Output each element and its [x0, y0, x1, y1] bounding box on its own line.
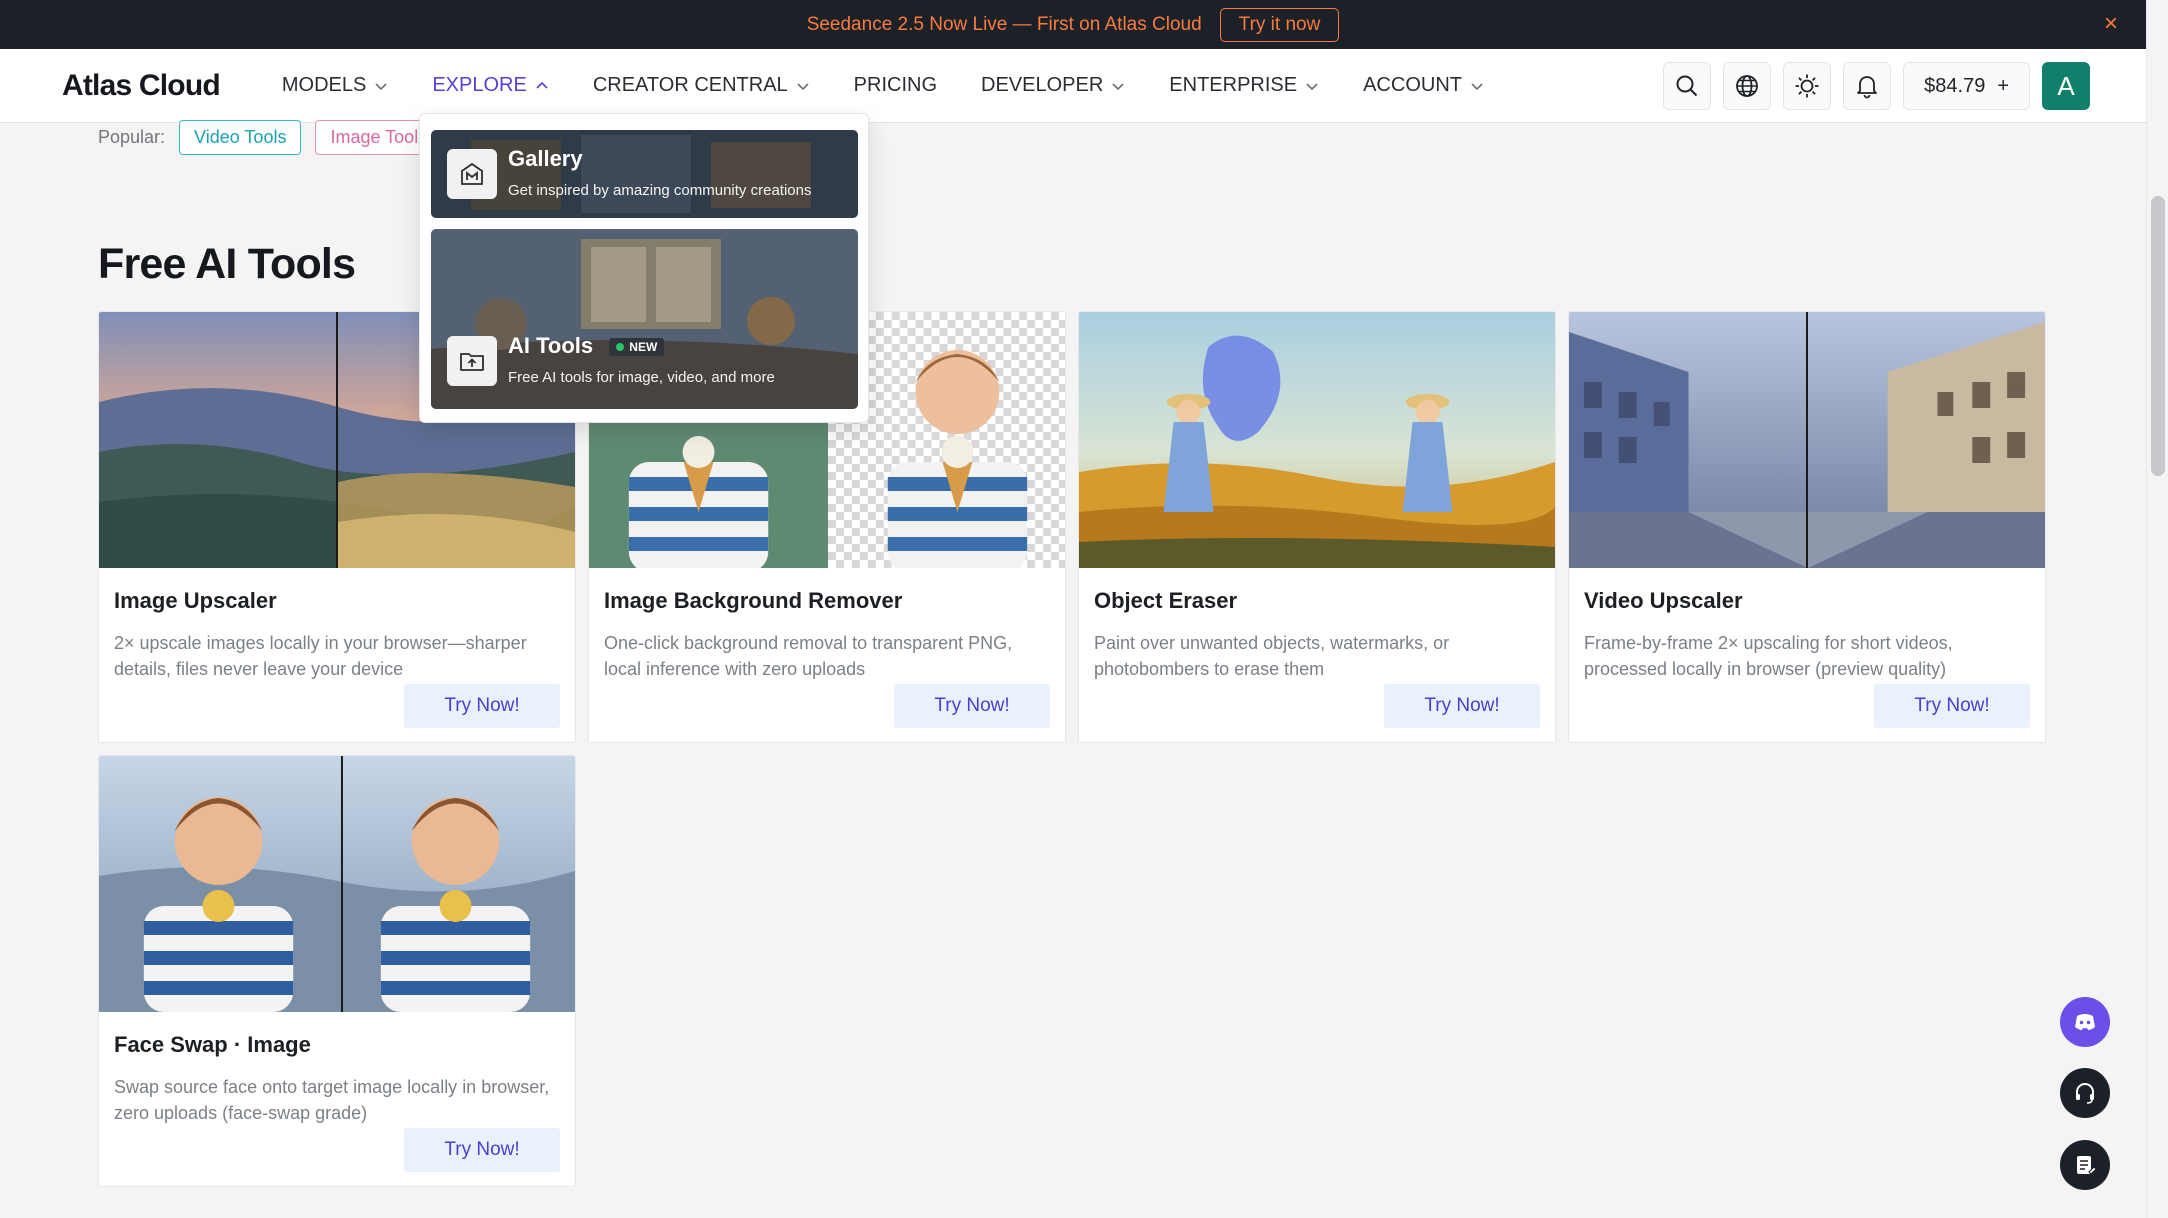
logo[interactable]: Atlas Cloud	[62, 69, 221, 103]
nav-label: MODELS	[281, 74, 367, 96]
header-actions: $84.79 + A	[1663, 62, 2090, 110]
nav-pricing[interactable]: PRICING	[854, 74, 937, 97]
try-now-button[interactable]: Try Now!	[404, 1128, 560, 1172]
tool-card-face-swap[interactable]: Face Swap · Image Swap source face onto …	[98, 755, 576, 1187]
search-button[interactable]	[1663, 62, 1712, 110]
tool-title: Image Upscaler	[114, 588, 277, 613]
menu-item-title: Gallery	[508, 146, 583, 171]
tool-description: One-click background removal to transpar…	[604, 633, 1013, 679]
page-scrollbar[interactable]	[2146, 0, 2168, 1218]
nav-explore[interactable]: EXPLORE	[432, 74, 548, 97]
tool-card-object-eraser[interactable]: Object Eraser Paint over unwanted object…	[1078, 311, 1556, 743]
menu-item-title-row: AI Tools NEW	[508, 333, 665, 359]
menu-item-title: AI Tools	[508, 333, 594, 358]
discord-icon	[2075, 1014, 2095, 1030]
chevron-down-icon	[375, 82, 387, 90]
menu-item-description: Get inspired by amazing community creati…	[508, 182, 812, 199]
notes-icon	[2077, 1156, 2097, 1175]
tool-preview-image	[1079, 312, 1555, 568]
announcement-bar: Seedance 2.5 Now Live — First on Atlas C…	[0, 0, 2146, 49]
discord-button[interactable]	[2060, 997, 2110, 1047]
badge-label: NEW	[629, 340, 658, 355]
tool-description: Paint over unwanted objects, watermarks,…	[1094, 633, 1450, 679]
theme-toggle-button[interactable]	[1783, 62, 1832, 110]
support-button[interactable]	[2060, 1068, 2110, 1118]
announcement-text: Seedance 2.5 Now Live — First on Atlas C…	[806, 13, 1202, 35]
nav-account[interactable]: ACCOUNT	[1363, 74, 1484, 97]
nav-models[interactable]: MODELS	[282, 74, 388, 97]
tool-preview-image	[99, 756, 575, 1012]
chevron-down-icon	[797, 82, 809, 90]
tool-description: 2× upscale images locally in your browse…	[114, 633, 527, 679]
avatar[interactable]: A	[2042, 62, 2090, 110]
sun-icon	[1795, 74, 1819, 98]
menu-item-gallery[interactable]: Gallery Get inspired by amazing communit…	[431, 130, 858, 218]
nav-label: PRICING	[853, 74, 938, 96]
headset-icon	[2076, 1083, 2094, 1104]
chevron-down-icon	[1112, 82, 1124, 90]
try-now-button[interactable]: Try Now!	[1384, 684, 1540, 728]
try-now-button[interactable]: Try Now!	[894, 684, 1050, 728]
new-badge: NEW	[609, 338, 665, 357]
nav-label: EXPLORE	[432, 74, 527, 96]
search-icon	[1676, 75, 1698, 97]
feedback-button[interactable]	[2060, 1140, 2110, 1190]
tool-title: Video Upscaler	[1584, 588, 1743, 613]
tool-description: Swap source face onto target image local…	[114, 1077, 550, 1123]
notifications-button[interactable]	[1843, 62, 1892, 110]
popular-tags: Popular: Video Tools Image Tools	[98, 120, 443, 155]
tool-description: Frame-by-frame 2× upscaling for short vi…	[1584, 633, 1953, 679]
chevron-down-icon	[1471, 82, 1483, 90]
nav-label: ACCOUNT	[1363, 74, 1462, 96]
nav-creator-central[interactable]: CREATOR CENTRAL	[593, 74, 810, 97]
nav-enterprise[interactable]: ENTERPRISE	[1169, 74, 1319, 97]
upload-folder-icon	[447, 336, 497, 386]
nav-label: CREATOR CENTRAL	[592, 74, 788, 96]
try-now-button[interactable]: Try Now!	[1874, 684, 2030, 728]
menu-item-ai-tools[interactable]: AI Tools NEW Free AI tools for image, vi…	[431, 229, 858, 409]
close-icon[interactable]: ×	[2104, 12, 2118, 36]
explore-dropdown-menu: Gallery Get inspired by amazing communit…	[419, 113, 869, 423]
tool-card-video-upscaler[interactable]: Video Upscaler Frame-by-frame 2× upscali…	[1568, 311, 2046, 743]
chevron-down-icon	[1306, 82, 1318, 90]
tool-title: Face Swap · Image	[114, 1032, 311, 1057]
menu-item-description: Free AI tools for image, video, and more	[508, 369, 775, 386]
popular-label: Popular:	[98, 127, 166, 147]
page-title: Free AI Tools	[98, 240, 356, 288]
tool-title: Object Eraser	[1094, 588, 1238, 613]
balance-button[interactable]: $84.79 +	[1903, 62, 2030, 110]
try-now-button[interactable]: Try Now!	[404, 684, 560, 728]
tool-title: Image Background Remover	[604, 588, 903, 613]
add-funds-icon: +	[1997, 74, 2009, 97]
try-it-now-button[interactable]: Try it now	[1219, 7, 1340, 42]
tag-video-tools[interactable]: Video Tools	[179, 120, 302, 155]
chevron-up-icon	[536, 81, 548, 89]
tool-preview-image	[1569, 312, 2045, 568]
top-navigation: Atlas Cloud MODELS EXPLORE CREATOR CENTR…	[0, 49, 2146, 123]
nav-developer[interactable]: DEVELOPER	[981, 74, 1125, 97]
scrollbar-thumb[interactable]	[2151, 196, 2165, 476]
nav-label: ENTERPRISE	[1169, 74, 1298, 96]
status-dot	[616, 343, 625, 352]
globe-icon	[1736, 75, 1759, 97]
main-nav: MODELS EXPLORE CREATOR CENTRAL PRICING D…	[282, 74, 1528, 97]
balance-amount: $84.79	[1924, 74, 1986, 97]
bell-icon	[1857, 76, 1878, 99]
gallery-icon	[447, 149, 497, 199]
language-button[interactable]	[1723, 62, 1772, 110]
nav-label: DEVELOPER	[981, 74, 1104, 96]
